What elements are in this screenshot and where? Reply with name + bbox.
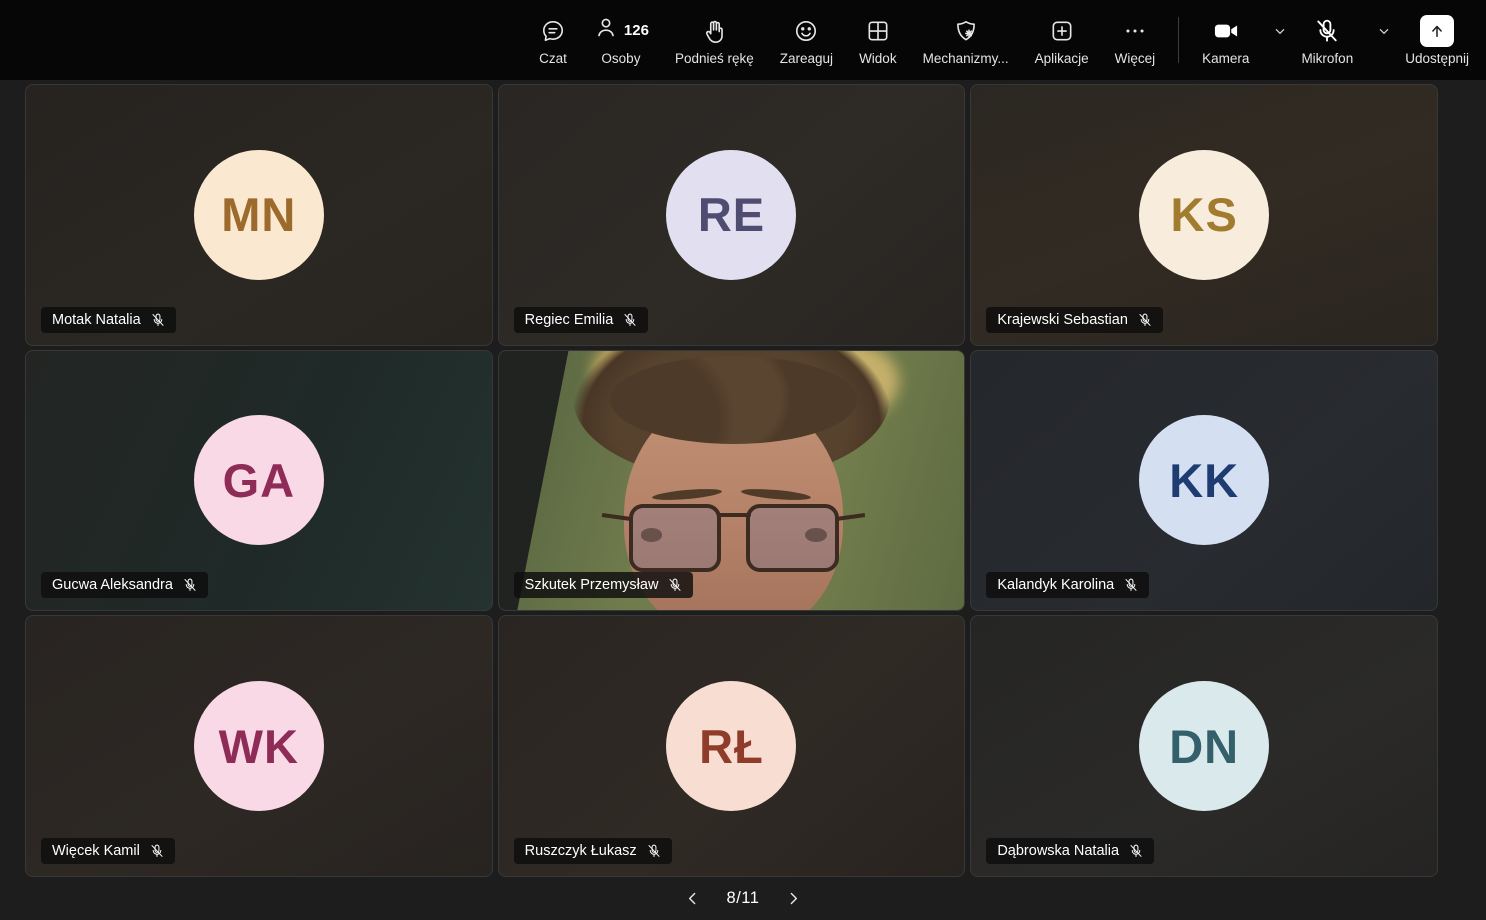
microphone-button[interactable]: Mikrofon [1288,0,1366,80]
avatar: GA [194,415,324,545]
microphone-control: Mikrofon [1288,0,1392,80]
more-label: Więcej [1115,51,1156,66]
participant-tile: WK Więcek Kamil [25,615,493,877]
share-button[interactable]: Udostępnij [1392,0,1482,80]
avatar: RŁ [666,681,796,811]
participant-name-pill: Krajewski Sebastian [986,307,1163,333]
participant-name: Regiec Emilia [525,312,614,328]
chat-button[interactable]: Czat [526,0,580,80]
chat-label: Czat [539,51,567,66]
mic-muted-icon [1123,577,1139,593]
participant-name: Szkutek Przemysław [525,577,659,593]
previous-page-chevron-icon[interactable] [684,890,701,907]
avatar: KS [1139,150,1269,280]
share-icon [1420,15,1454,47]
participant-grid: MN Motak Natalia RE Regiec Emilia KS Kra… [25,84,1438,877]
avatar: WK [194,681,324,811]
mic-muted-icon [1128,843,1144,859]
participant-tile: RE Regiec Emilia [498,84,966,346]
participant-name-pill: Ruszczyk Łukasz [514,838,672,864]
participant-name: Gucwa Aleksandra [52,577,173,593]
participant-tile: KK Kalandyk Karolina [970,350,1438,612]
react-label: Zareaguj [780,51,833,66]
toolbar-divider [1178,17,1179,63]
participant-name-pill: Motak Natalia [41,307,176,333]
next-page-chevron-icon[interactable] [785,890,802,907]
raise-hand-button[interactable]: Podnieś rękę [662,0,767,80]
react-button[interactable]: Zareaguj [767,0,846,80]
avatar: KK [1139,415,1269,545]
participant-tile: MN Motak Natalia [25,84,493,346]
breakout-rooms-label: Mechanizmy... [923,51,1009,66]
participant-name-pill: Regiec Emilia [514,307,649,333]
participant-name: Więcek Kamil [52,843,140,859]
participant-name-pill: Więcek Kamil [41,838,175,864]
breakout-rooms-button[interactable]: Mechanizmy... [910,0,1022,80]
people-label: Osoby [601,51,640,66]
ellipsis-icon [1122,15,1148,47]
mic-muted-icon [1137,312,1153,328]
avatar: RE [666,150,796,280]
chat-icon [540,15,566,47]
apps-button[interactable]: Aplikacje [1022,0,1102,80]
participant-tile-video: Szkutek Przemysław [498,350,966,612]
participant-name: Motak Natalia [52,312,141,328]
microphone-label: Mikrofon [1301,51,1353,66]
participant-tile: RŁ Ruszczyk Łukasz [498,615,966,877]
camera-button[interactable]: Kamera [1189,0,1262,80]
mic-muted-icon [667,577,683,593]
participant-name-pill: Gucwa Aleksandra [41,572,208,598]
participant-name-pill: Szkutek Przemysław [514,572,694,598]
apps-label: Aplikacje [1035,51,1089,66]
people-button[interactable]: 126 Osoby [580,0,662,80]
camera-options-chevron-icon[interactable] [1272,23,1288,39]
raise-hand-label: Podnieś rękę [675,51,754,66]
grid-pagination: 8/11 [0,877,1486,920]
participant-name: Dąbrowska Natalia [997,843,1119,859]
participant-name-pill: Dąbrowska Natalia [986,838,1154,864]
mic-muted-icon [622,312,638,328]
mic-muted-icon [646,843,662,859]
view-button[interactable]: Widok [846,0,910,80]
participant-name-pill: Kalandyk Karolina [986,572,1149,598]
avatar: MN [194,150,324,280]
meeting-toolbar: Czat 126 Osoby Podnieś rękę Zareaguj Wid… [0,0,1486,80]
mic-muted-icon [182,577,198,593]
view-label: Widok [859,51,897,66]
camera-control: Kamera [1189,0,1288,80]
microphone-options-chevron-icon[interactable] [1376,23,1392,39]
raise-hand-icon [701,15,727,47]
people-count: 126 [624,22,649,39]
participant-name: Ruszczyk Łukasz [525,843,637,859]
plus-square-icon [1049,15,1075,47]
avatar: DN [1139,681,1269,811]
more-button[interactable]: Więcej [1102,0,1169,80]
shield-gear-icon [953,15,979,47]
people-icon [593,15,619,46]
camera-icon [1212,15,1240,47]
hair-fringe [610,356,857,444]
camera-label: Kamera [1202,51,1249,66]
participant-name: Krajewski Sebastian [997,312,1128,328]
participant-tile: KS Krajewski Sebastian [970,84,1438,346]
react-icon [793,15,819,47]
participant-name: Kalandyk Karolina [997,577,1114,593]
mic-muted-icon [150,312,166,328]
glasses [629,504,839,582]
view-grid-icon [865,15,891,47]
mic-muted-icon [149,843,165,859]
mic-muted-icon [1313,15,1341,47]
page-indicator: 8/11 [727,889,760,908]
participant-tile: DN Dąbrowska Natalia [970,615,1438,877]
share-label: Udostępnij [1405,51,1469,66]
participant-tile: GA Gucwa Aleksandra [25,350,493,612]
